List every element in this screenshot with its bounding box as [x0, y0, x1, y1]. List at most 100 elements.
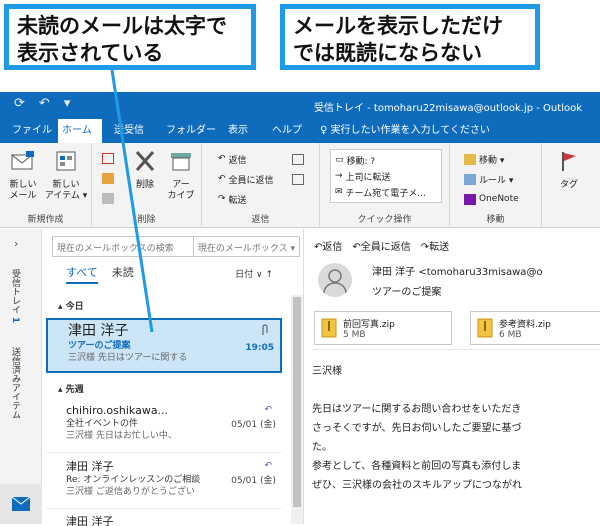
rules-button[interactable]: ルール ▾	[464, 172, 513, 186]
quick-step-team-mail[interactable]: ✉ チーム宛て電子メ...	[335, 185, 426, 199]
undo-icon[interactable]: ↶	[39, 96, 50, 111]
nav-inbox-count: 1	[10, 316, 20, 324]
reading-reply-all-button[interactable]: ↶全員に返信	[352, 238, 410, 253]
group-header-last-week[interactable]: ▴ 先週	[58, 382, 84, 395]
list-scrollbar[interactable]	[291, 295, 303, 524]
move-icon	[464, 153, 476, 165]
quick-step-label: 移動: ?	[346, 156, 376, 167]
group-delete: 削除 アー カイブ 削除	[92, 143, 202, 228]
ignore-icon	[102, 152, 114, 164]
rules-icon	[464, 173, 476, 185]
send-receive-icon[interactable]: ⟳	[14, 96, 25, 111]
group-respond-label: 返信	[251, 215, 270, 225]
menu-tabs: ファイル ホーム 送受信 フォルダー 表示 ヘルプ ♀ 実行したい作業を入力して…	[0, 119, 600, 143]
archive-button[interactable]: アー カイブ	[162, 149, 200, 202]
reading-forward-button[interactable]: ↷転送	[421, 238, 449, 253]
group-quick-steps: ▭ 移動: ? → 上司に転送 ✉ チーム宛て電子メ... クイック操作	[320, 143, 450, 228]
body-line: 参考として、各種資料と前回の写真も添付しま	[312, 461, 522, 472]
customize-icon[interactable]: ▾	[64, 96, 71, 111]
list-item-unread[interactable]: 津田 洋子 ツアーのご提案 三沢様 先日はツアーに関する 19:05	[46, 318, 282, 373]
reply-button[interactable]: ↶ 返信	[218, 152, 247, 166]
list-item[interactable]: 津田 洋子 Re: オンラインレッスンのご相談 三沢様 ご返信ありがとうござい …	[46, 457, 282, 509]
folder-pane-collapsed: › 受信トレイ 1 送信済みアイテム	[0, 229, 42, 524]
window-title: 受信トレイ - tomoharu22misawa@outlook.jp - Ou…	[313, 103, 582, 114]
mail-icon: ✉	[335, 187, 343, 197]
reply-arrow-icon: ↶	[264, 405, 272, 415]
onenote-icon	[464, 193, 476, 205]
zip-file-icon	[477, 318, 493, 338]
im-button[interactable]	[292, 172, 304, 186]
reply-all-button[interactable]: ↶ 全員に返信	[218, 172, 274, 186]
forward-icon: ↷	[420, 242, 430, 253]
sort-control[interactable]: 日付 ∨ ↑	[235, 267, 273, 280]
body-line: ぜひ、三沢様の会社のスキルアップにつながれ	[312, 480, 522, 491]
tags-button[interactable]: タグ	[550, 149, 588, 191]
meeting-icon	[292, 153, 304, 165]
callout-not-read-on-view: メールを表示しただけ では既読にならない	[280, 4, 540, 70]
list-item[interactable]: chihiro.oshikawa... 全社イベントの件 三沢様 先日はお忙しい…	[46, 401, 282, 453]
rules-label: ルール ▾	[479, 175, 514, 186]
onenote-button[interactable]: OneNote	[464, 192, 519, 206]
attachment-name: 前回写真.zip	[343, 320, 395, 330]
folder-icon: ▭	[335, 155, 344, 165]
delete-button[interactable]: 削除	[126, 149, 164, 191]
expand-chevron-icon[interactable]: ›	[14, 237, 18, 250]
search-box[interactable]: 現在のメールボックスの検索 現在のメールボックス ▾	[52, 236, 300, 257]
attachment-icon	[262, 324, 268, 335]
group-new: 新しい メール 新しい アイテム ▾ 新規作成	[0, 143, 92, 228]
reading-actions: ↶返信 ↶全員に返信 ↷転送	[314, 238, 449, 253]
reading-reply-button[interactable]: ↶返信	[314, 238, 342, 253]
new-items-label: 新しい	[52, 180, 80, 190]
new-mail-label: 新しい	[9, 180, 37, 190]
forward-button[interactable]: ↷ 転送	[218, 192, 247, 206]
tab-file[interactable]: ファイル	[8, 119, 56, 143]
quick-step-move[interactable]: ▭ 移動: ?	[335, 153, 375, 167]
group-new-label: 新規作成	[27, 215, 64, 225]
quick-access-toolbar: ⟳ ↶ ▾	[14, 96, 70, 111]
ignore-button[interactable]	[102, 151, 114, 165]
nav-inbox[interactable]: 受信トレイ 1	[9, 269, 22, 323]
cleanup-button[interactable]	[102, 171, 114, 185]
move-button[interactable]: 移動 ▾	[464, 152, 504, 166]
body-line: 先日はツアーに関するお問い合わせをいただき	[312, 404, 522, 415]
tab-view[interactable]: 表示	[224, 119, 252, 143]
group-header-today[interactable]: ▴ 今日	[58, 299, 84, 312]
filter-all[interactable]: すべて	[66, 264, 98, 284]
callout-line: 未読のメールは太字で	[17, 14, 227, 38]
reply-arrow-icon: ↶	[264, 461, 272, 471]
meeting-button[interactable]	[292, 152, 304, 166]
tab-send-receive[interactable]: 送受信	[110, 119, 148, 143]
search-input[interactable]: 現在のメールボックスの検索	[53, 237, 194, 256]
mail-preview: 三沢様 先日はお忙しい中、	[66, 431, 177, 441]
new-mail-icon	[11, 151, 34, 170]
quick-step-label: チーム宛て電子メ...	[345, 188, 426, 199]
scroll-thumb[interactable]	[293, 297, 301, 507]
reply-all-label: 全員に返信	[360, 242, 411, 253]
callout-unread-bold: 未読のメールは太字で 表示されている	[4, 4, 256, 70]
quick-step-forward-boss[interactable]: → 上司に転送	[335, 169, 391, 183]
filter-unread[interactable]: 未読	[112, 264, 134, 284]
group-tags: タグ	[542, 143, 600, 228]
reply-all-label: 全員に返信	[228, 175, 274, 186]
group-move: 移動 ▾ ルール ▾ OneNote 移動	[450, 143, 542, 228]
attachment-card[interactable]: 前回写真.zip 5 MB	[314, 311, 452, 345]
reply-label: 返信	[228, 155, 247, 166]
group-quick-label: クイック操作	[357, 215, 412, 225]
junk-button[interactable]	[102, 191, 114, 205]
tab-home[interactable]: ホーム	[58, 119, 102, 143]
tab-folder[interactable]: フォルダー	[162, 119, 220, 143]
body-line	[312, 381, 600, 400]
tab-help[interactable]: ヘルプ	[268, 119, 306, 143]
reply-label: 返信	[322, 242, 343, 253]
mail-nav-button[interactable]	[0, 484, 42, 524]
archive-label: アー	[172, 180, 190, 190]
tell-me-input[interactable]: ♀ 実行したい作業を入力してください	[316, 119, 494, 143]
search-scope-dropdown[interactable]: 現在のメールボックス ▾	[194, 237, 299, 256]
new-items-button[interactable]: 新しい アイテム ▾	[44, 149, 88, 202]
quick-steps-gallery: ▭ 移動: ? → 上司に転送 ✉ チーム宛て電子メ...	[330, 149, 442, 203]
cleanup-icon	[102, 172, 114, 184]
body-line: た。	[312, 442, 332, 453]
new-mail-button[interactable]: 新しい メール	[4, 149, 42, 202]
attachment-card[interactable]: 参考資料.zip 6 MB	[470, 311, 600, 345]
nav-sent[interactable]: 送信済みアイテム	[9, 347, 22, 419]
